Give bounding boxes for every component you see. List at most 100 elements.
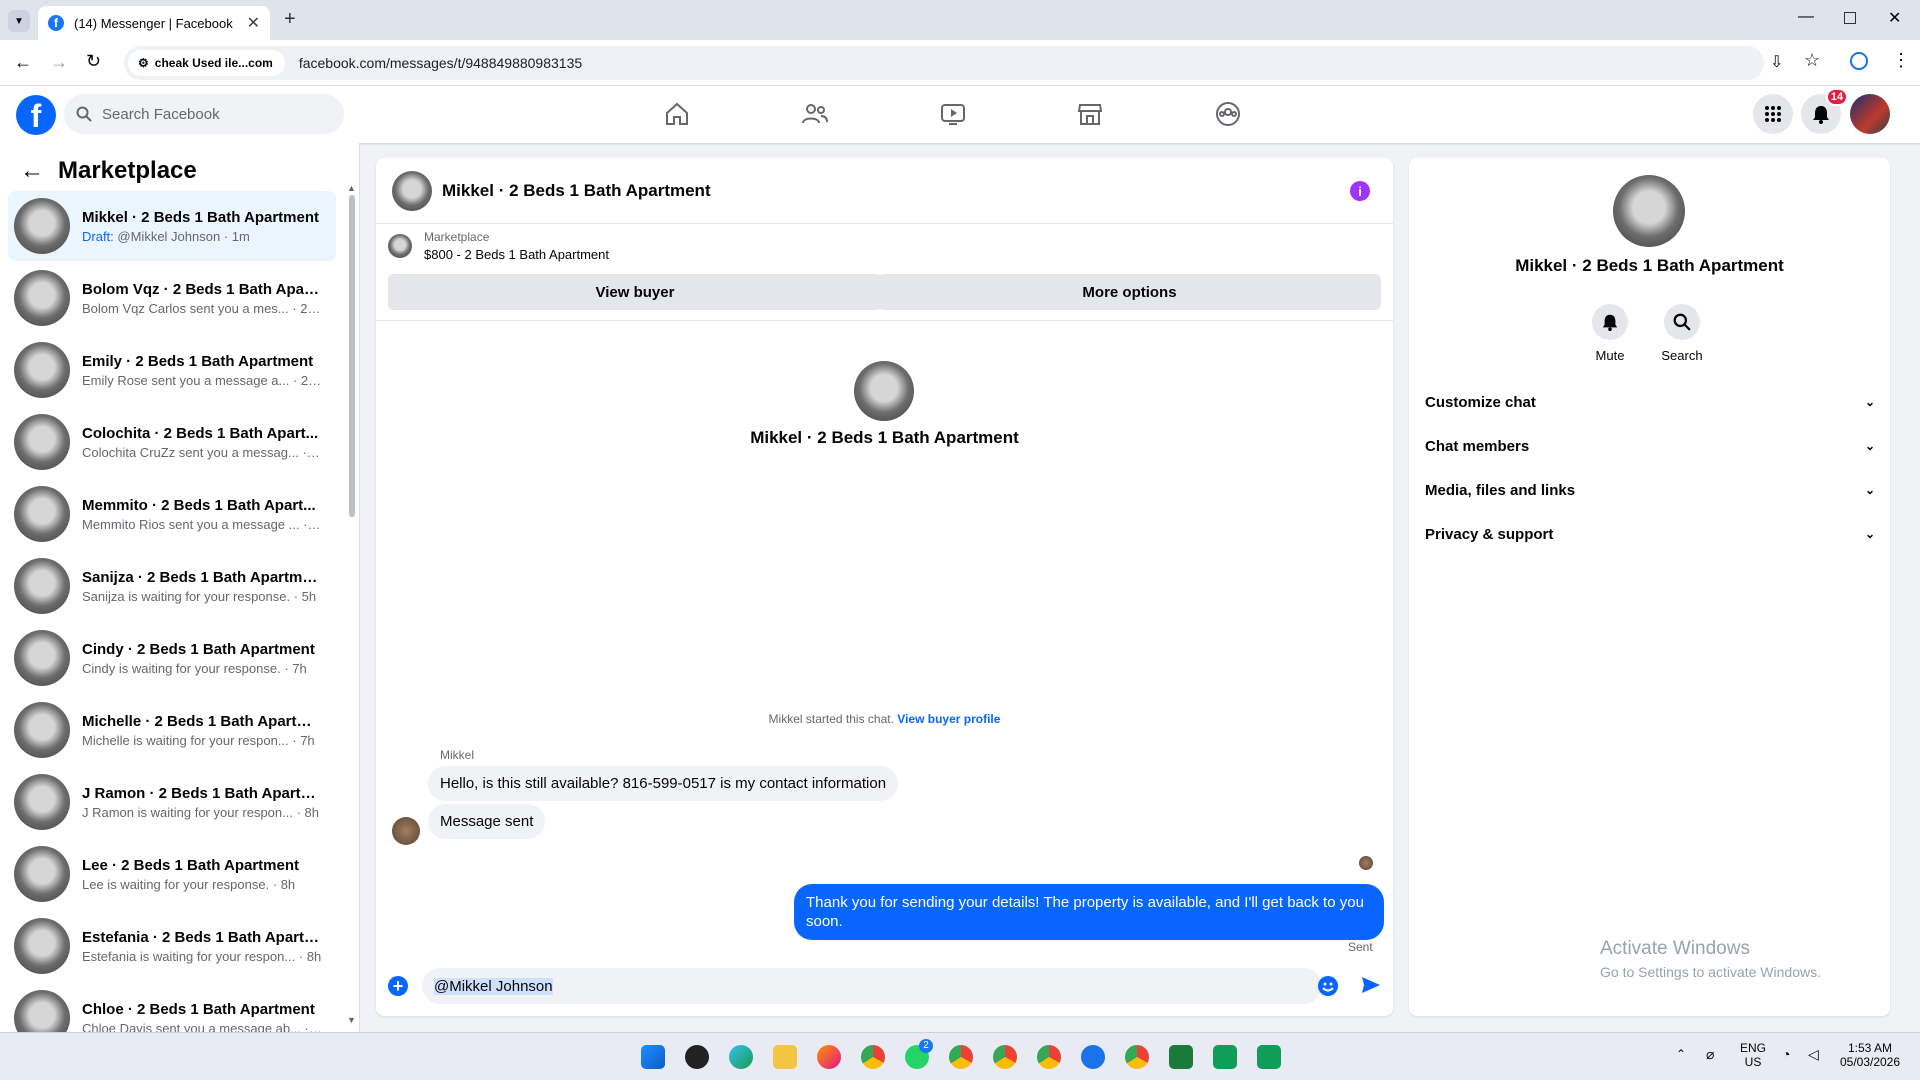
marketplace-nav-icon[interactable] [1072, 98, 1108, 130]
incoming-message[interactable]: Hello, is this still available? 816-599-… [428, 766, 899, 801]
conversation-item[interactable]: Estefania · 2 Beds 1 Bath Apartm... Estef… [8, 911, 336, 981]
scroll-up-icon[interactable]: ▲ [347, 183, 356, 193]
firefox-icon[interactable] [817, 1045, 841, 1069]
preview-text: Michelle is waiting for your respon... ·… [82, 732, 315, 748]
conversation-item[interactable]: Bolom Vqz · 2 Beds 1 Bath Apart... Bolom … [8, 263, 336, 333]
conversation-item[interactable]: Lee · 2 Beds 1 Bath Apartment Lee is wait… [8, 839, 336, 909]
customize-chat-section[interactable]: Customize chat ⌄ [1425, 380, 1875, 424]
search-in-chat-button[interactable]: Search [1642, 304, 1722, 363]
conversation-preview: Estefania is waiting for your respon... … [82, 949, 322, 964]
chat-intro-avatar[interactable] [854, 361, 914, 421]
chrome-icon[interactable] [861, 1045, 885, 1069]
site-info-chip[interactable]: ⚙ cheak Used ile...com [128, 50, 285, 76]
chrome-profile-icon[interactable] [1125, 1045, 1149, 1069]
app-icon[interactable] [1081, 1045, 1105, 1069]
conversation-item[interactable]: Memmito · 2 Beds 1 Bath Apart... Memmito … [8, 479, 336, 549]
plus-icon[interactable]: + [388, 976, 408, 996]
home-nav-icon[interactable] [659, 98, 695, 130]
minimize-window-icon[interactable]: — [1798, 8, 1814, 26]
view-buyer-profile-link[interactable]: View buyer profile [897, 712, 1000, 726]
account-avatar[interactable] [1850, 94, 1890, 134]
notification-badge: 14 [1826, 88, 1848, 106]
reload-icon[interactable]: ↻ [86, 51, 101, 72]
back-arrow-icon[interactable]: ← [20, 157, 44, 185]
forward-icon[interactable]: → [50, 52, 68, 73]
message-input-text: @Mikkel Johnson [434, 977, 553, 995]
conversation-item[interactable]: Cindy · 2 Beds 1 Bath Apartment Cindy is … [8, 623, 336, 693]
view-buyer-button[interactable]: View buyer [388, 274, 882, 310]
chrome-profile-icon[interactable] [1037, 1045, 1061, 1069]
tab-list-dropdown-icon[interactable]: ▼ [8, 10, 30, 32]
conversation-item[interactable]: Mikkel · 2 Beds 1 Bath Apartment Draft: @… [8, 191, 336, 261]
menu-grid-icon[interactable] [1753, 94, 1793, 134]
chrome-profile-icon[interactable] [993, 1045, 1017, 1069]
conversation-item[interactable]: Emily · 2 Beds 1 Bath Apartment Emily Ros… [8, 335, 336, 405]
sheets-shortcut-icon[interactable] [1213, 1045, 1237, 1069]
conversation-avatar [14, 702, 70, 758]
conversation-name: Emily · 2 Beds 1 Bath Apartment [82, 352, 314, 370]
file-explorer-icon[interactable] [773, 1045, 797, 1069]
incoming-message[interactable]: Message sent [428, 804, 546, 839]
omnibox[interactable]: ⚙ cheak Used ile...com facebook.com/messa… [124, 46, 1764, 80]
scrollbar-thumb[interactable] [349, 195, 355, 517]
chat-members-section[interactable]: Chat members ⌄ [1425, 424, 1875, 468]
groups-nav-icon[interactable] [1210, 98, 1246, 130]
bookmark-star-icon[interactable]: ☆ [1804, 50, 1820, 71]
mute-button[interactable]: Mute [1570, 304, 1650, 363]
listing-summary[interactable]: Marketplace $800 - 2 Beds 1 Bath Apartme… [388, 230, 609, 262]
conversation-avatar [14, 342, 70, 398]
section-label: Customize chat [1425, 393, 1536, 411]
windows-start-icon[interactable] [641, 1045, 665, 1069]
restore-window-icon[interactable] [1844, 12, 1856, 24]
install-app-icon[interactable]: ⇩ [1770, 52, 1783, 72]
network-icon[interactable]: ⌀ [1706, 1046, 1714, 1063]
browser-tab[interactable]: f (14) Messenger | Facebook ✕ [38, 6, 270, 40]
chat-title[interactable]: Mikkel · 2 Beds 1 Bath Apartment [442, 181, 711, 201]
obs-icon[interactable] [685, 1045, 709, 1069]
privacy-support-section[interactable]: Privacy & support ⌄ [1425, 512, 1875, 556]
chat-intro-name: Mikkel · 2 Beds 1 Bath Apartment [750, 428, 1019, 447]
close-tab-icon[interactable]: ✕ [247, 13, 260, 33]
browser-menu-icon[interactable]: ⋮ [1892, 50, 1910, 71]
conversation-item[interactable]: Chloe · 2 Beds 1 Bath Apartment Chloe Dav… [8, 983, 336, 1032]
wifi-icon[interactable]: ◔ [1782, 1046, 1790, 1062]
search-icon [76, 106, 92, 122]
conversation-item[interactable]: J Ramon · 2 Beds 1 Bath Apartm... J Ramon… [8, 767, 336, 837]
facebook-logo-icon[interactable]: f [16, 95, 56, 135]
emoji-icon[interactable] [1318, 976, 1338, 996]
edge-icon[interactable] [729, 1045, 753, 1069]
app-icon[interactable] [1169, 1045, 1193, 1069]
url-text[interactable]: facebook.com/messages/t/948849880983135 [299, 55, 582, 71]
clock[interactable]: 1:53 AM 05/03/2026 [1830, 1041, 1910, 1069]
close-window-icon[interactable]: ✕ [1888, 8, 1901, 28]
profile-icon[interactable] [1850, 52, 1868, 70]
more-options-button[interactable]: More options [878, 274, 1381, 310]
back-icon[interactable]: ← [14, 52, 32, 73]
send-icon[interactable] [1360, 974, 1382, 996]
facebook-search-input[interactable]: Search Facebook [64, 94, 344, 134]
tray-chevron-up-icon[interactable]: ⌃ [1676, 1047, 1686, 1061]
language-indicator[interactable]: ENG US [1740, 1041, 1766, 1069]
conversation-name: Mikkel · 2 Beds 1 Bath Apartment [82, 208, 320, 226]
conversation-item[interactable]: Sanijza · 2 Beds 1 Bath Apartment Sanijza… [8, 551, 336, 621]
conversation-item[interactable]: Michelle · 2 Beds 1 Bath Apartm... Michel… [8, 695, 336, 765]
sheets-shortcut-icon[interactable] [1257, 1045, 1281, 1069]
sender-avatar[interactable] [392, 817, 420, 845]
chrome-profile-icon[interactable] [949, 1045, 973, 1069]
new-tab-icon[interactable]: + [284, 8, 296, 31]
outgoing-message[interactable]: Thank you for sending your details! The … [794, 884, 1384, 940]
info-icon[interactable]: i [1350, 181, 1370, 201]
message-input[interactable]: @Mikkel Johnson [422, 968, 1322, 1004]
preview-text: J Ramon is waiting for your respon... · … [82, 804, 319, 820]
volume-icon[interactable]: ◁ [1808, 1046, 1819, 1063]
mute-label: Mute [1595, 348, 1625, 363]
conversation-item[interactable]: Colochita · 2 Beds 1 Bath Apart... Coloch… [8, 407, 336, 477]
conversation-list-panel: ← Marketplace Mikkel · 2 Beds 1 Bath Apa… [0, 143, 360, 1032]
chat-header-avatar[interactable] [392, 170, 432, 211]
scroll-down-icon[interactable]: ▼ [347, 1015, 356, 1025]
friends-nav-icon[interactable] [797, 98, 833, 130]
video-nav-icon[interactable] [935, 98, 971, 130]
chat-started-notice: Mikkel started this chat. View buyer pro… [376, 712, 1393, 726]
details-avatar[interactable] [1613, 175, 1685, 247]
media-files-links-section[interactable]: Media, files and links ⌄ [1425, 468, 1875, 512]
